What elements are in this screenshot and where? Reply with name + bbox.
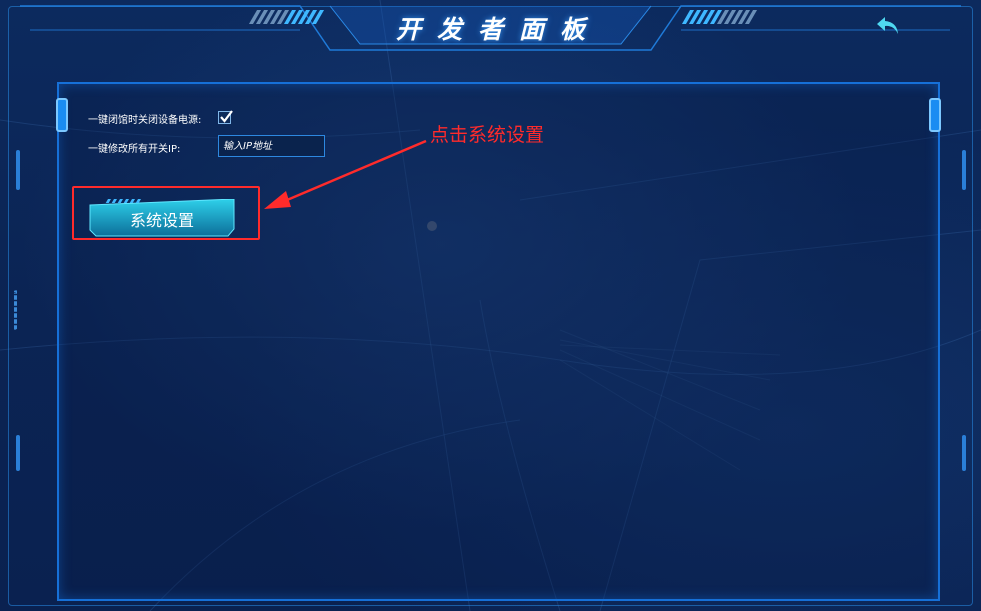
panel-left-tab: [56, 98, 68, 132]
header-stripes-left: [248, 10, 325, 24]
back-button[interactable]: [874, 12, 902, 40]
annotation-arrow-icon: [264, 139, 427, 209]
page-title: 开发者面板: [395, 15, 601, 44]
annotation-text: 点击系统设置: [430, 124, 545, 146]
right-side-ornament: [962, 150, 966, 190]
settings-panel: [57, 82, 940, 601]
header-stripes-right: [681, 10, 758, 24]
highlight-box: [72, 186, 260, 240]
title-plate: 开发者面板: [330, 0, 651, 52]
checkmark-icon: [220, 110, 233, 123]
left-side-dots: [14, 290, 17, 330]
ip-label: 一键修改所有开关IP:: [88, 144, 181, 155]
right-side-ornament-lower: [962, 435, 966, 471]
left-side-ornament-lower: [16, 435, 20, 471]
panel-right-tab: [929, 98, 941, 132]
power-off-checkbox[interactable]: [218, 110, 233, 124]
left-side-ornament: [16, 150, 20, 190]
power-off-label: 一键闭馆时关闭设备电源:: [88, 115, 202, 126]
undo-arrow-icon: [877, 17, 898, 34]
